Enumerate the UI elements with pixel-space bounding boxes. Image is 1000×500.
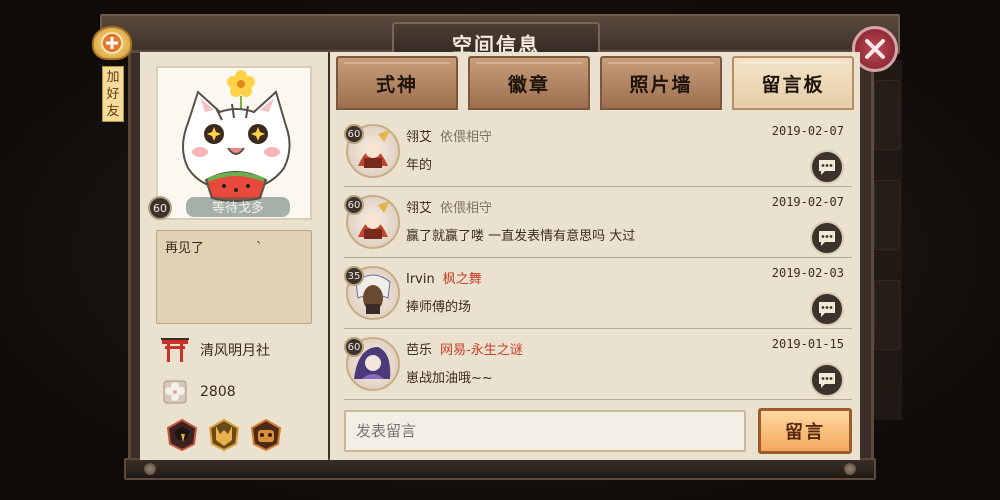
tab-shikigami[interactable]: 式神 xyxy=(336,56,458,110)
currency-row: 2808 xyxy=(160,378,236,406)
sender-name[interactable]: Irvin xyxy=(406,272,435,287)
sender-avatar[interactable]: 60 xyxy=(344,124,400,178)
message-date: 2019-02-03 xyxy=(771,266,844,280)
message-board-panel: 式神 徽章 照片墙 留言板 60 翎艾 依偎相守 2019-02-07 年的 6… xyxy=(330,52,860,460)
guild-name: 清风明月社 xyxy=(200,343,270,359)
oni-badge-icon[interactable] xyxy=(248,418,284,452)
reply-button[interactable] xyxy=(810,292,844,326)
add-friend-button[interactable]: 加好友 xyxy=(92,26,134,124)
list-item: 60 翎艾 依偎相守 2019-02-07 年的 xyxy=(344,116,852,187)
message-text: 赢了就赢了喽 一直发表情有意思吗 大过 xyxy=(406,229,636,244)
plus-icon xyxy=(92,26,132,60)
reply-button[interactable] xyxy=(810,150,844,184)
message-text: 捧师傅的场 xyxy=(406,300,472,315)
close-icon xyxy=(865,39,885,59)
sender-level-badge: 35 xyxy=(344,266,364,286)
badge-list xyxy=(164,418,284,452)
tab-badges[interactable]: 徽章 xyxy=(468,56,590,110)
currency-amount: 2808 xyxy=(200,384,236,400)
reply-button[interactable] xyxy=(810,363,844,397)
sender-name[interactable]: 翎艾 xyxy=(406,201,432,216)
sender-guild: 依偎相守 xyxy=(440,130,493,145)
message-date: 2019-01-15 xyxy=(771,337,844,351)
tab-bar: 式神 徽章 照片墙 留言板 xyxy=(336,56,854,110)
player-level-badge: 60 xyxy=(148,196,172,220)
message-date: 2019-02-07 xyxy=(771,195,844,209)
sender-avatar[interactable]: 60 xyxy=(344,195,400,249)
frame-bottom-bar xyxy=(124,458,876,480)
fox-badge-icon[interactable] xyxy=(206,418,242,452)
sender-level-badge: 60 xyxy=(344,124,364,144)
list-item: 60 翎艾 依偎相守 2019-02-07 赢了就赢了喽 一直发表情有意思吗 大过 xyxy=(344,187,852,258)
sender-level-badge: 60 xyxy=(344,337,364,357)
list-item: 35 Irvin 枫之舞 2019-02-03 捧师傅的场 xyxy=(344,258,852,329)
guild-row[interactable]: 清风明月社 xyxy=(160,336,270,364)
player-name: 等待戈多 xyxy=(186,197,290,217)
add-friend-label: 加好友 xyxy=(102,66,124,122)
sakura-coin-icon xyxy=(163,380,187,404)
sender-name[interactable]: 芭乐 xyxy=(406,343,432,358)
rivet xyxy=(844,463,856,475)
chat-bubble-icon xyxy=(819,160,835,175)
message-input[interactable] xyxy=(344,410,746,452)
post-message-button[interactable]: 留言 xyxy=(758,408,852,454)
tab-photo-wall[interactable]: 照片墙 xyxy=(600,56,722,110)
chat-bubble-icon xyxy=(819,373,835,388)
message-date: 2019-02-07 xyxy=(771,124,844,138)
chat-bubble-icon xyxy=(819,231,835,246)
message-text: 崽战加油哦~~ xyxy=(406,371,493,386)
rivet xyxy=(144,463,156,475)
avatar[interactable]: 等待戈多 xyxy=(156,66,312,220)
message-text: 年的 xyxy=(406,158,433,173)
signature-text: 再见了 ` xyxy=(156,230,312,324)
message-list: 60 翎艾 依偎相守 2019-02-07 年的 60 翎艾 依偎相守 2019-0… xyxy=(344,116,852,400)
sender-name[interactable]: 翎艾 xyxy=(406,130,432,145)
list-item: 60 芭乐 网易-永生之谜 2019-01-15 崽战加油哦~~ xyxy=(344,329,852,400)
torii-gate-icon xyxy=(161,338,189,362)
crow-badge-icon[interactable] xyxy=(164,418,200,452)
sender-guild: 网易-永生之谜 xyxy=(440,343,523,358)
sender-guild: 枫之舞 xyxy=(442,272,482,287)
reply-button[interactable] xyxy=(810,221,844,255)
cat-avatar-icon xyxy=(182,70,291,202)
chat-bubble-icon xyxy=(819,302,835,317)
tab-message-board[interactable]: 留言板 xyxy=(732,56,854,110)
profile-panel: 等待戈多 60 再见了 ` 清风明月社 2808 xyxy=(140,52,328,460)
sender-avatar[interactable]: 35 xyxy=(344,266,400,320)
sender-level-badge: 60 xyxy=(344,195,364,215)
sender-guild: 依偎相守 xyxy=(440,201,493,216)
sender-avatar[interactable]: 60 xyxy=(344,337,400,391)
